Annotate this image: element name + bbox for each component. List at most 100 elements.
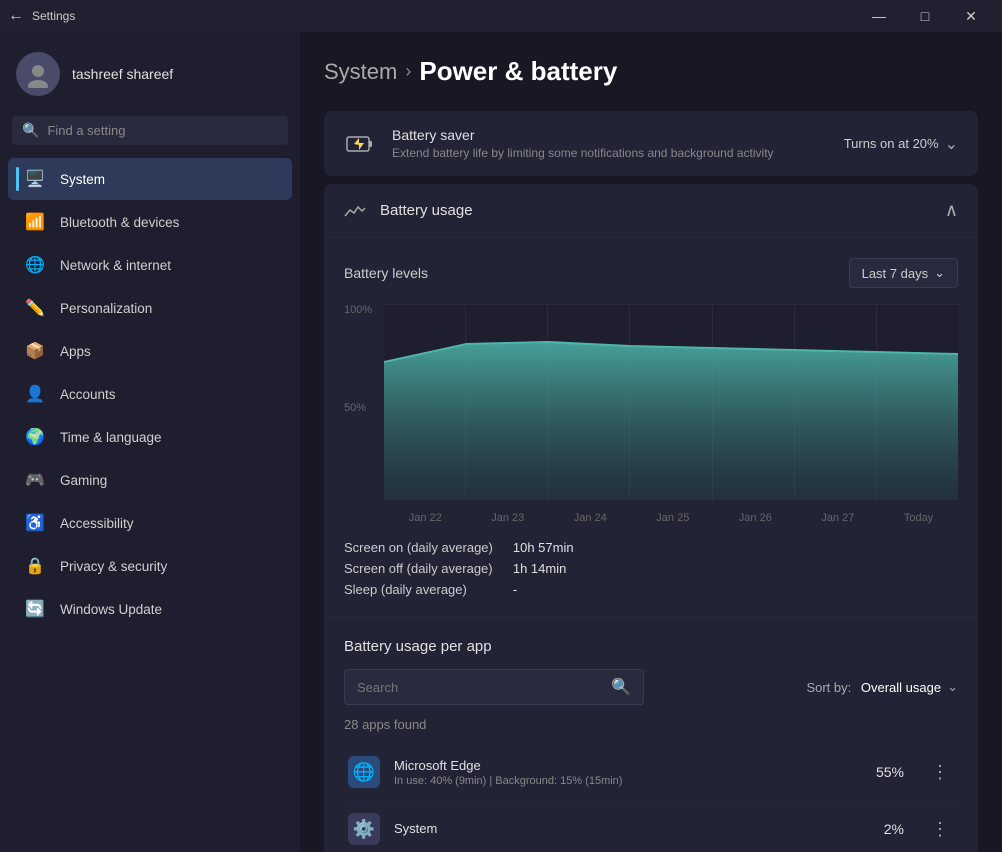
time-range-dropdown[interactable]: Last 7 days ⌄ bbox=[849, 258, 958, 288]
battery-saver-status-text: Turns on at 20% bbox=[844, 136, 939, 151]
stat-value-screen-on: 10h 57min bbox=[513, 540, 958, 555]
app-row-edge: 🌐 Microsoft Edge In use: 40% (9min) | Ba… bbox=[344, 744, 958, 801]
more-options-system[interactable]: ⋮ bbox=[926, 815, 954, 843]
chart-x-labels: Jan 22 Jan 23 Jan 24 Jan 25 Jan 26 Jan 2… bbox=[384, 512, 958, 524]
network-icon: 🌐 bbox=[24, 254, 46, 276]
titlebar-left: ← Settings bbox=[8, 7, 75, 25]
app-row-system: ⚙️ System 2% ⋮ bbox=[344, 801, 958, 852]
sidebar-item-label-system: System bbox=[60, 172, 105, 187]
battery-usage-header[interactable]: Battery usage ∧ bbox=[324, 184, 978, 238]
stats-grid: Screen on (daily average) 10h 57min Scre… bbox=[344, 540, 958, 597]
system-icon: 🖥️ bbox=[24, 168, 46, 190]
sidebar-item-gaming[interactable]: 🎮Gaming bbox=[8, 459, 292, 501]
more-options-edge[interactable]: ⋮ bbox=[926, 758, 954, 786]
app-info-edge: Microsoft Edge In use: 40% (9min) | Back… bbox=[394, 758, 862, 787]
battery-saver-text: Battery saver Extend battery life by lim… bbox=[392, 127, 828, 160]
chart-title: Battery levels bbox=[344, 265, 428, 281]
accounts-icon: 👤 bbox=[24, 383, 46, 405]
app-info-system: System bbox=[394, 821, 870, 838]
collapse-icon[interactable]: ∧ bbox=[945, 200, 958, 221]
time-icon: 🌍 bbox=[24, 426, 46, 448]
app-name-system: System bbox=[394, 821, 870, 836]
app-usage-edge: 55% bbox=[876, 764, 904, 780]
sidebar-item-time[interactable]: 🌍Time & language bbox=[8, 416, 292, 458]
sidebar-item-network[interactable]: 🌐 Network & internet bbox=[8, 244, 292, 286]
sidebar-item-personalization[interactable]: ✏️ Personalization bbox=[8, 287, 292, 329]
stat-label-screen-off: Screen off (daily average) bbox=[344, 561, 493, 576]
usage-controls: 🔍 Sort by: Overall usage ⌄ bbox=[344, 669, 958, 705]
app-search-input[interactable] bbox=[357, 680, 603, 695]
stat-label-sleep: Sleep (daily average) bbox=[344, 582, 493, 597]
maximize-button[interactable]: □ bbox=[902, 0, 948, 32]
sort-chevron-icon: ⌄ bbox=[947, 679, 958, 695]
chart-svg bbox=[384, 304, 958, 500]
battery-per-app-section: Battery usage per app 🔍 Sort by: Overall… bbox=[324, 617, 978, 852]
app-body: tashreef shareef 🔍 🖥️ System 📶Bluetooth & … bbox=[0, 32, 1002, 852]
stat-value-screen-off: 1h 14min bbox=[513, 561, 958, 576]
sidebar: tashreef shareef 🔍 🖥️ System 📶Bluetooth & … bbox=[0, 32, 300, 852]
chart-body bbox=[384, 304, 958, 500]
battery-usage-content: Battery levels Last 7 days ⌄ 100% 50% bbox=[324, 238, 978, 617]
bluetooth-icon: 📶 bbox=[24, 211, 46, 233]
app-icon-system: ⚙️ bbox=[348, 813, 380, 845]
titlebar-title: Settings bbox=[32, 9, 75, 23]
chevron-down-icon: ⌄ bbox=[934, 265, 945, 281]
section-header-left: Battery usage bbox=[344, 202, 473, 220]
user-name: tashreef shareef bbox=[72, 66, 173, 82]
sidebar-item-update[interactable]: 🔄Windows Update bbox=[8, 588, 292, 630]
sidebar-item-label-network: Network & internet bbox=[60, 258, 171, 273]
chart-y-labels: 100% 50% bbox=[344, 304, 380, 524]
app-detail-edge: In use: 40% (9min) | Background: 15% (15… bbox=[394, 775, 862, 787]
y-label-50: 50% bbox=[344, 402, 380, 414]
gaming-icon: 🎮 bbox=[24, 469, 46, 491]
stat-label-screen-on: Screen on (daily average) bbox=[344, 540, 493, 555]
breadcrumb: System › Power & battery bbox=[324, 56, 978, 87]
main-content: System › Power & battery Battery saver E… bbox=[300, 32, 1002, 852]
sort-label: Sort by: bbox=[806, 680, 854, 695]
battery-saver-card: Battery saver Extend battery life by lim… bbox=[324, 111, 978, 176]
battery-per-app-title: Battery usage per app bbox=[344, 638, 958, 655]
sidebar-item-accessibility[interactable]: ♿ Accessibility bbox=[8, 502, 292, 544]
sidebar-item-label-accessibility: Accessibility bbox=[60, 516, 134, 531]
personalization-icon: ✏️ bbox=[24, 297, 46, 319]
sidebar-item-bluetooth[interactable]: 📶Bluetooth & devices bbox=[8, 201, 292, 243]
user-section: tashreef shareef bbox=[0, 32, 300, 112]
time-range-label: Last 7 days bbox=[862, 266, 929, 281]
x-label-2: Jan 23 bbox=[491, 512, 524, 524]
sidebar-item-label-privacy: Privacy & security bbox=[60, 559, 167, 574]
breadcrumb-parent[interactable]: System bbox=[324, 59, 397, 85]
page-title: Power & battery bbox=[419, 56, 617, 87]
sidebar-item-apps[interactable]: 📦Apps bbox=[8, 330, 292, 372]
privacy-icon: 🔒 bbox=[24, 555, 46, 577]
sidebar-item-label-personalization: Personalization bbox=[60, 301, 152, 316]
search-icon: 🔍 bbox=[22, 122, 39, 139]
search-input[interactable] bbox=[47, 123, 278, 138]
accessibility-icon: ♿ bbox=[24, 512, 46, 534]
sort-button[interactable]: Sort by: Overall usage ⌄ bbox=[806, 679, 958, 695]
x-label-7: Today bbox=[904, 512, 933, 524]
back-icon[interactable]: ← bbox=[8, 7, 24, 25]
chart-header: Battery levels Last 7 days ⌄ bbox=[344, 258, 958, 288]
battery-saver-status: Turns on at 20% ⌄ bbox=[844, 134, 958, 154]
search-box[interactable]: 🔍 bbox=[12, 116, 288, 145]
close-button[interactable]: ✕ bbox=[948, 0, 994, 32]
sort-value: Overall usage bbox=[861, 680, 941, 695]
sidebar-item-system[interactable]: 🖥️ System bbox=[8, 158, 292, 200]
sidebar-item-accounts[interactable]: 👤Accounts bbox=[8, 373, 292, 415]
x-label-3: Jan 24 bbox=[574, 512, 607, 524]
battery-saver-row: Battery saver Extend battery life by lim… bbox=[324, 111, 978, 176]
battery-saver-title: Battery saver bbox=[392, 127, 828, 143]
battery-chart: 100% 50% bbox=[344, 304, 958, 524]
breadcrumb-separator: › bbox=[405, 61, 411, 82]
titlebar-controls: — □ ✕ bbox=[856, 0, 994, 32]
x-label-5: Jan 26 bbox=[739, 512, 772, 524]
sidebar-item-privacy[interactable]: 🔒 Privacy & security bbox=[8, 545, 292, 587]
chevron-down-icon[interactable]: ⌄ bbox=[945, 134, 958, 154]
app-search-box[interactable]: 🔍 bbox=[344, 669, 644, 705]
minimize-button[interactable]: — bbox=[856, 0, 902, 32]
app-icon-edge: 🌐 bbox=[348, 756, 380, 788]
battery-usage-card: Battery usage ∧ Battery levels Last 7 da… bbox=[324, 184, 978, 852]
y-label-100: 100% bbox=[344, 304, 380, 316]
battery-saver-description: Extend battery life by limiting some not… bbox=[392, 146, 828, 160]
x-label-1: Jan 22 bbox=[409, 512, 442, 524]
